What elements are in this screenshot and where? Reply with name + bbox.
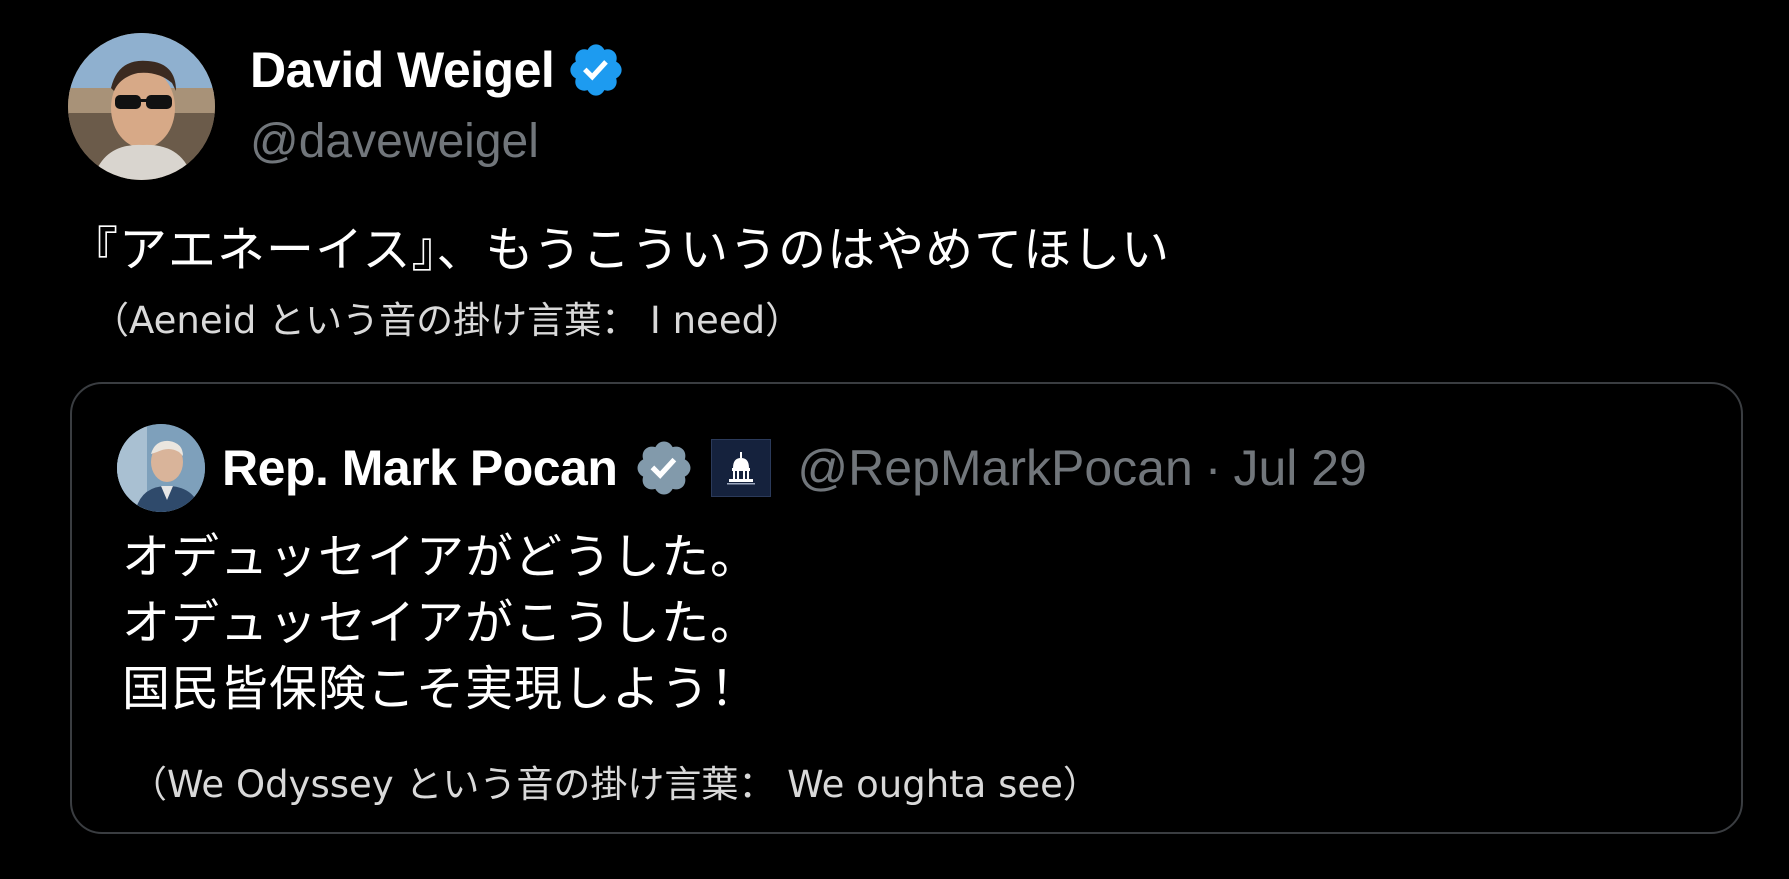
author-avatar[interactable] bbox=[68, 33, 215, 180]
quoted-author-name[interactable]: Rep. Mark Pocan bbox=[222, 439, 618, 497]
quoted-tweet-note: （We Odyssey という音の掛け言葉： We oughta see） bbox=[130, 763, 1100, 806]
verified-badge-icon[interactable] bbox=[633, 437, 695, 499]
capitol-dome-icon bbox=[727, 452, 756, 485]
author-handle[interactable]: @daveweigel bbox=[250, 114, 539, 169]
quoted-tweet-line: 国民皆保険こそ実現しよう！ bbox=[122, 661, 760, 717]
tweet-note: （Aeneid という音の掛け言葉： I need） bbox=[92, 299, 803, 342]
tweet-text: 『アエネーイス』、もうこういうのはやめてほしい bbox=[70, 222, 1171, 278]
quoted-tweet-line: オデュッセイアがこうした。 bbox=[122, 595, 760, 651]
quoted-tweet-text: オデュッセイアがどうした。 オデュッセイアがこうした。 国民皆保険こそ実現しよう… bbox=[122, 524, 759, 722]
quoted-tweet-header: Rep. Mark Pocan @RepMarkPocan · Jul 29 bbox=[222, 432, 1367, 504]
quoted-tweet-card[interactable]: Rep. Mark Pocan @RepMarkPocan · Jul 29 オ… bbox=[70, 382, 1743, 834]
author-name[interactable]: David Weigel bbox=[250, 41, 555, 99]
quoted-author-avatar[interactable] bbox=[117, 424, 205, 512]
person-avatar-icon bbox=[117, 424, 205, 512]
person-sunglasses-avatar-icon bbox=[68, 33, 215, 180]
us-capitol-icon[interactable] bbox=[711, 439, 772, 497]
quoted-author-handle[interactable]: @RepMarkPocan bbox=[797, 439, 1192, 497]
quoted-tweet-line: オデュッセイアがどうした。 bbox=[122, 529, 760, 585]
verified-badge-icon[interactable] bbox=[566, 40, 626, 100]
quoted-tweet-date[interactable]: Jul 29 bbox=[1233, 439, 1366, 497]
tweet: David Weigel @daveweigel 『アエネーイス』、もうこういう… bbox=[0, 0, 1789, 879]
header-separator: · bbox=[1204, 440, 1222, 496]
author-name-row: David Weigel bbox=[250, 38, 626, 102]
